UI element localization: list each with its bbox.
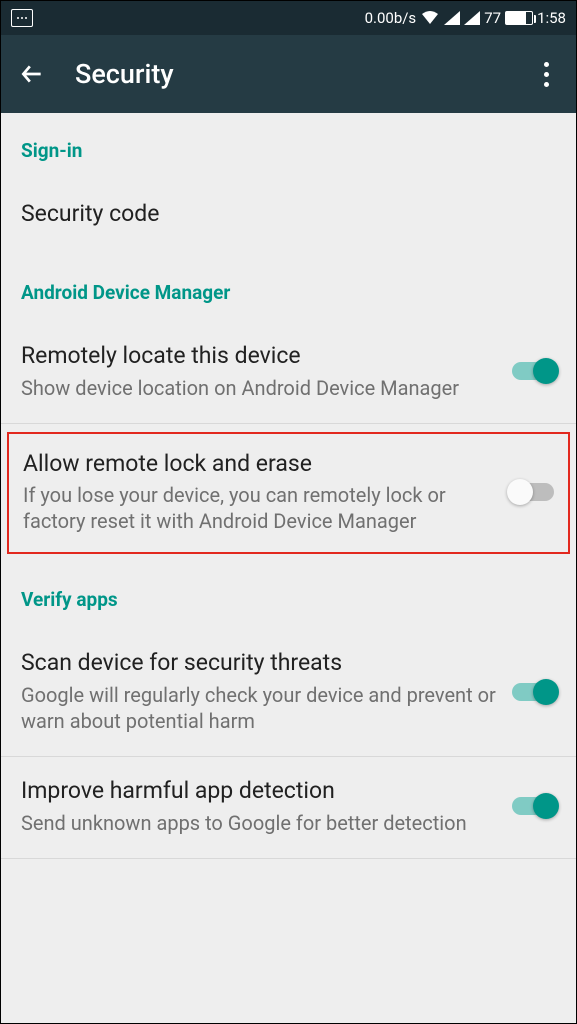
toggle-remotely-locate[interactable]: [512, 362, 556, 380]
setting-subtitle: Google will regularly check your device …: [21, 682, 496, 734]
setting-remotely-locate[interactable]: Remotely locate this device Show device …: [1, 322, 576, 423]
setting-remote-lock-erase[interactable]: Allow remote lock and erase If you lose …: [9, 434, 568, 553]
setting-title: Remotely locate this device: [21, 342, 496, 371]
setting-title: Security code: [21, 200, 540, 229]
overflow-menu-icon[interactable]: [534, 62, 558, 87]
message-icon: [11, 9, 33, 27]
setting-subtitle: If you lose your device, you can remotel…: [23, 482, 494, 534]
setting-subtitle: Show device location on Android Device M…: [21, 375, 496, 401]
setting-subtitle: Send unknown apps to Google for better d…: [21, 810, 496, 836]
toggle-scan-threats[interactable]: [512, 683, 556, 701]
section-header-adm: Android Device Manager: [1, 255, 576, 322]
setting-title: Scan device for security threats: [21, 649, 496, 678]
back-arrow-icon[interactable]: [19, 61, 45, 87]
setting-scan-threats[interactable]: Scan device for security threats Google …: [1, 629, 576, 756]
setting-title: Allow remote lock and erase: [23, 450, 494, 479]
toggle-remote-lock-erase[interactable]: [510, 483, 554, 501]
divider: [1, 858, 576, 859]
status-bar: 0.00b/s 77 1:58: [1, 1, 576, 35]
settings-content: Sign-in Security code Android Device Man…: [1, 113, 576, 859]
battery-percent: 77: [484, 9, 501, 27]
setting-security-code[interactable]: Security code: [1, 180, 576, 255]
setting-improve-detection[interactable]: Improve harmful app detection Send unkno…: [1, 757, 576, 858]
section-header-verify: Verify apps: [1, 562, 576, 629]
divider: [1, 423, 576, 424]
app-header: Security: [1, 35, 576, 113]
wifi-icon: [420, 10, 440, 26]
clock: 1:58: [537, 9, 566, 27]
signal-icon-2: [464, 11, 480, 25]
highlight-remote-lock: Allow remote lock and erase If you lose …: [7, 432, 570, 555]
page-title: Security: [75, 58, 534, 90]
toggle-improve-detection[interactable]: [512, 797, 556, 815]
network-speed: 0.00b/s: [365, 9, 417, 27]
setting-title: Improve harmful app detection: [21, 777, 496, 806]
section-header-signin: Sign-in: [1, 113, 576, 180]
signal-icon: [444, 11, 460, 25]
battery-icon: [505, 11, 533, 25]
